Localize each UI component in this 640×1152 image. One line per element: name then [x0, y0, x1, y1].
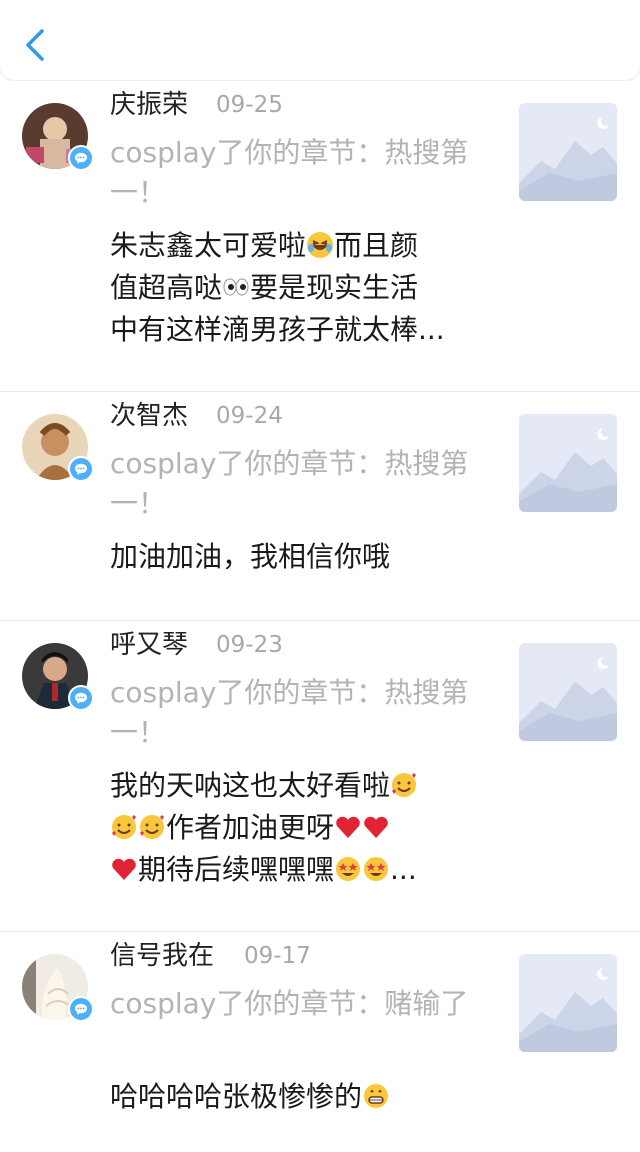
chapter-thumbnail[interactable] — [519, 954, 617, 1052]
back-button[interactable] — [20, 26, 50, 64]
list-item[interactable]: 庆振荣 09-25 cosplay了你的章节：热搜第一！ 朱志鑫太可爱啦 而且颜 … — [0, 81, 640, 392]
action-text: cosplay了你的章节：赌输了 — [110, 987, 469, 1020]
red-heart-emoji-icon — [364, 816, 388, 838]
date: 09-23 — [216, 632, 283, 658]
chat-bubble-icon — [75, 463, 87, 475]
chevron-left-icon — [26, 29, 44, 61]
placeholder-image-icon — [519, 103, 617, 201]
chat-bubble-icon — [75, 1003, 87, 1015]
chapter-thumbnail[interactable] — [519, 643, 617, 741]
list-item[interactable]: 信号我在 09-17 cosplay了你的章节：赌输了 哈哈哈哈张极惨惨的 — [0, 932, 640, 1152]
avatar[interactable] — [22, 414, 94, 482]
comment-text: 朱志鑫太可爱啦 而且颜 值超高哒 要是现实生活 中有这样滴男孩子就太棒... — [110, 229, 445, 346]
username[interactable]: 庆振荣 — [110, 87, 188, 123]
star-struck-emoji-icon — [364, 857, 389, 881]
action-text: cosplay了你的章节：热搜第一！ — [110, 676, 469, 749]
top-bar — [0, 0, 640, 81]
eyes-emoji-icon — [223, 278, 249, 296]
red-heart-emoji-icon — [112, 858, 136, 880]
smiling-hearts-emoji-icon — [140, 815, 164, 839]
chat-bubble-icon — [75, 692, 87, 704]
smiling-hearts-emoji-icon — [392, 773, 417, 797]
list-item[interactable]: 次智杰 09-24 cosplay了你的章节：热搜第一！ 加油加油，我相信你哦 — [0, 392, 640, 621]
star-struck-emoji-icon — [336, 857, 361, 881]
avatar[interactable] — [22, 103, 94, 171]
action-text: cosplay了你的章节：热搜第一！ — [110, 136, 469, 209]
grinning-emoji-icon — [364, 1084, 389, 1108]
avatar[interactable] — [22, 954, 94, 1022]
list-item[interactable]: 呼又琴 09-23 cosplay了你的章节：热搜第一！ 我的天呐这也太好看啦 … — [0, 621, 640, 932]
placeholder-image-icon — [519, 414, 617, 512]
username[interactable]: 呼又琴 — [110, 627, 188, 663]
comment-text: 哈哈哈哈张极惨惨的 — [110, 1076, 480, 1118]
avatar[interactable] — [22, 643, 94, 711]
laughing-tears-emoji-icon — [307, 232, 334, 258]
comment-text: 加油加油，我相信你哦 — [110, 540, 391, 573]
red-heart-emoji-icon — [336, 816, 360, 838]
placeholder-image-icon — [519, 954, 617, 1052]
date: 09-24 — [216, 403, 283, 429]
comment-badge — [68, 996, 94, 1022]
date: 09-25 — [216, 92, 283, 118]
action-text: cosplay了你的章节：热搜第一！ — [110, 447, 469, 520]
notification-list: 庆振荣 09-25 cosplay了你的章节：热搜第一！ 朱志鑫太可爱啦 而且颜 … — [0, 81, 640, 1152]
comment-badge — [68, 456, 94, 482]
username[interactable]: 信号我在 — [110, 938, 214, 974]
comment-badge — [68, 145, 94, 171]
comment-badge — [68, 685, 94, 711]
chapter-thumbnail[interactable] — [519, 414, 617, 512]
smiling-hearts-emoji-icon — [112, 815, 136, 839]
comment-text: 我的天呐这也太好看啦 作者加油更呀 期待后续嘿嘿嘿... — [110, 769, 417, 886]
chapter-thumbnail[interactable] — [519, 103, 617, 201]
date: 09-17 — [244, 943, 311, 969]
username[interactable]: 次智杰 — [110, 398, 188, 434]
chat-bubble-icon — [75, 152, 87, 164]
placeholder-image-icon — [519, 643, 617, 741]
